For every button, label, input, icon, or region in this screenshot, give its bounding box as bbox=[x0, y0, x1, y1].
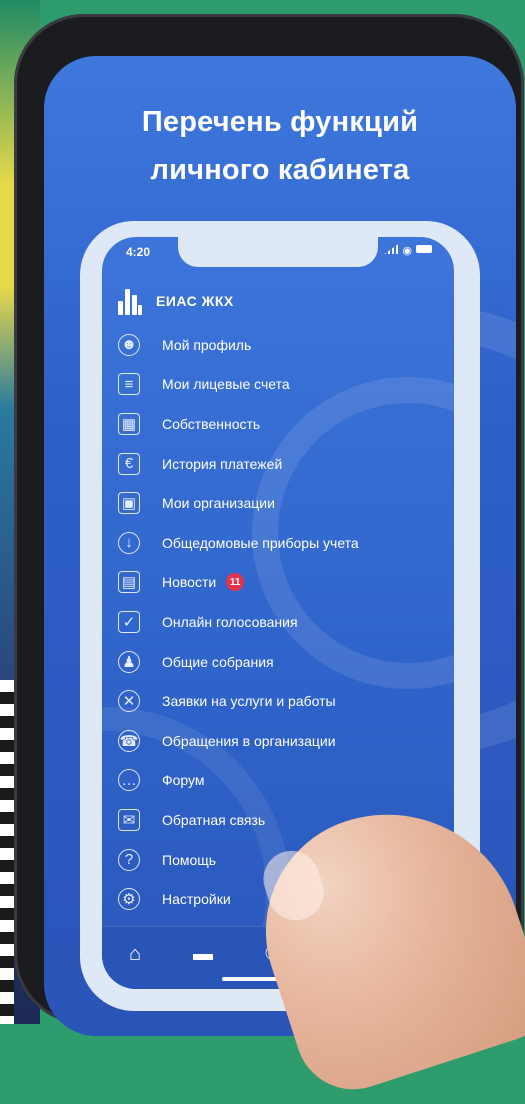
menu-item-meters[interactable]: ↓ Общедомовые приборы учета bbox=[118, 523, 454, 563]
menu-item-label: Онлайн голосования bbox=[162, 613, 298, 630]
menu-item-forum[interactable]: … Форум bbox=[118, 761, 454, 801]
status-icons: ◉ bbox=[384, 244, 432, 257]
home-icon[interactable]: ⌂ bbox=[122, 941, 148, 967]
meter-icon: ↓ bbox=[118, 531, 140, 554]
menu-item-label: Общедомовые приборы учета bbox=[162, 534, 359, 551]
menu-item-appeals[interactable]: ☎ Обращения в организации bbox=[118, 721, 454, 761]
menu-item-label: Помощь bbox=[162, 851, 217, 868]
battery-icon bbox=[416, 245, 432, 253]
chat-icon: … bbox=[118, 769, 140, 792]
status-time: 4:20 bbox=[126, 245, 151, 259]
menu-item-label: Обращения в организации bbox=[162, 732, 336, 749]
menu-item-label: Форум bbox=[162, 772, 205, 789]
mail-icon: ✉ bbox=[118, 808, 140, 831]
menu-item-label: Собственность bbox=[162, 415, 261, 432]
phone-icon: ☎ bbox=[118, 729, 140, 752]
news-count-badge: 11 bbox=[226, 573, 245, 592]
headline-line-1: Перечень функций bbox=[141, 106, 419, 138]
tools-icon: ✕ bbox=[118, 690, 140, 713]
menu-item-accounts[interactable]: ≡ Мои лицевые счета bbox=[118, 365, 454, 405]
card-icon[interactable]: ▬ bbox=[190, 941, 216, 967]
menu-item-payment-history[interactable]: € История платежей bbox=[118, 444, 454, 484]
app-brand: ЕИАС ЖКХ bbox=[118, 287, 234, 315]
meetings-icon: ♟ bbox=[118, 650, 140, 673]
menu-item-label: Обратная связь bbox=[162, 811, 266, 828]
menu-item-organizations[interactable]: ▣ Мои организации bbox=[118, 483, 454, 523]
menu-item-meetings[interactable]: ♟ Общие собрания bbox=[118, 642, 454, 682]
payments-history-icon: € bbox=[118, 452, 140, 475]
signal-icon bbox=[384, 244, 399, 254]
menu-item-label: Настройки bbox=[162, 891, 231, 908]
app-name: ЕИАС ЖКХ bbox=[156, 293, 234, 309]
notch bbox=[178, 237, 378, 267]
settings-icon: ⚙ bbox=[118, 888, 140, 911]
menu-item-voting[interactable]: ✓ Онлайн голосования bbox=[118, 602, 454, 642]
headline-line-2: личного кабинета bbox=[150, 154, 410, 186]
menu-item-label: Мой профиль bbox=[162, 336, 252, 353]
menu-item-news[interactable]: ▤ Новости 11 bbox=[118, 563, 454, 603]
voting-icon: ✓ bbox=[118, 610, 140, 633]
menu-item-profile[interactable]: ☻ Мой профиль bbox=[118, 325, 454, 365]
property-icon: ▦ bbox=[118, 412, 140, 435]
menu-item-service-requests[interactable]: ✕ Заявки на услуги и работы bbox=[118, 681, 454, 721]
menu-item-property[interactable]: ▦ Собственность bbox=[118, 404, 454, 444]
accounts-icon: ≡ bbox=[118, 373, 140, 396]
help-icon: ? bbox=[118, 848, 140, 871]
buildings-logo-icon bbox=[118, 287, 142, 315]
organizations-icon: ▣ bbox=[118, 492, 140, 515]
user-icon: ☻ bbox=[118, 333, 140, 356]
menu-item-label: История платежей bbox=[162, 455, 283, 472]
menu-item-label: Мои лицевые счета bbox=[162, 376, 290, 393]
menu-item-label: Заявки на услуги и работы bbox=[162, 693, 336, 710]
headline: Перечень функций личного кабинета bbox=[44, 98, 516, 194]
background-pattern bbox=[0, 680, 14, 1024]
menu-item-label: Мои организации bbox=[162, 495, 275, 512]
menu-item-label: Общие собрания bbox=[162, 653, 274, 670]
news-icon: ▤ bbox=[118, 571, 140, 594]
menu-item-label: Новости bbox=[162, 574, 217, 591]
wifi-icon: ◉ bbox=[402, 245, 412, 257]
